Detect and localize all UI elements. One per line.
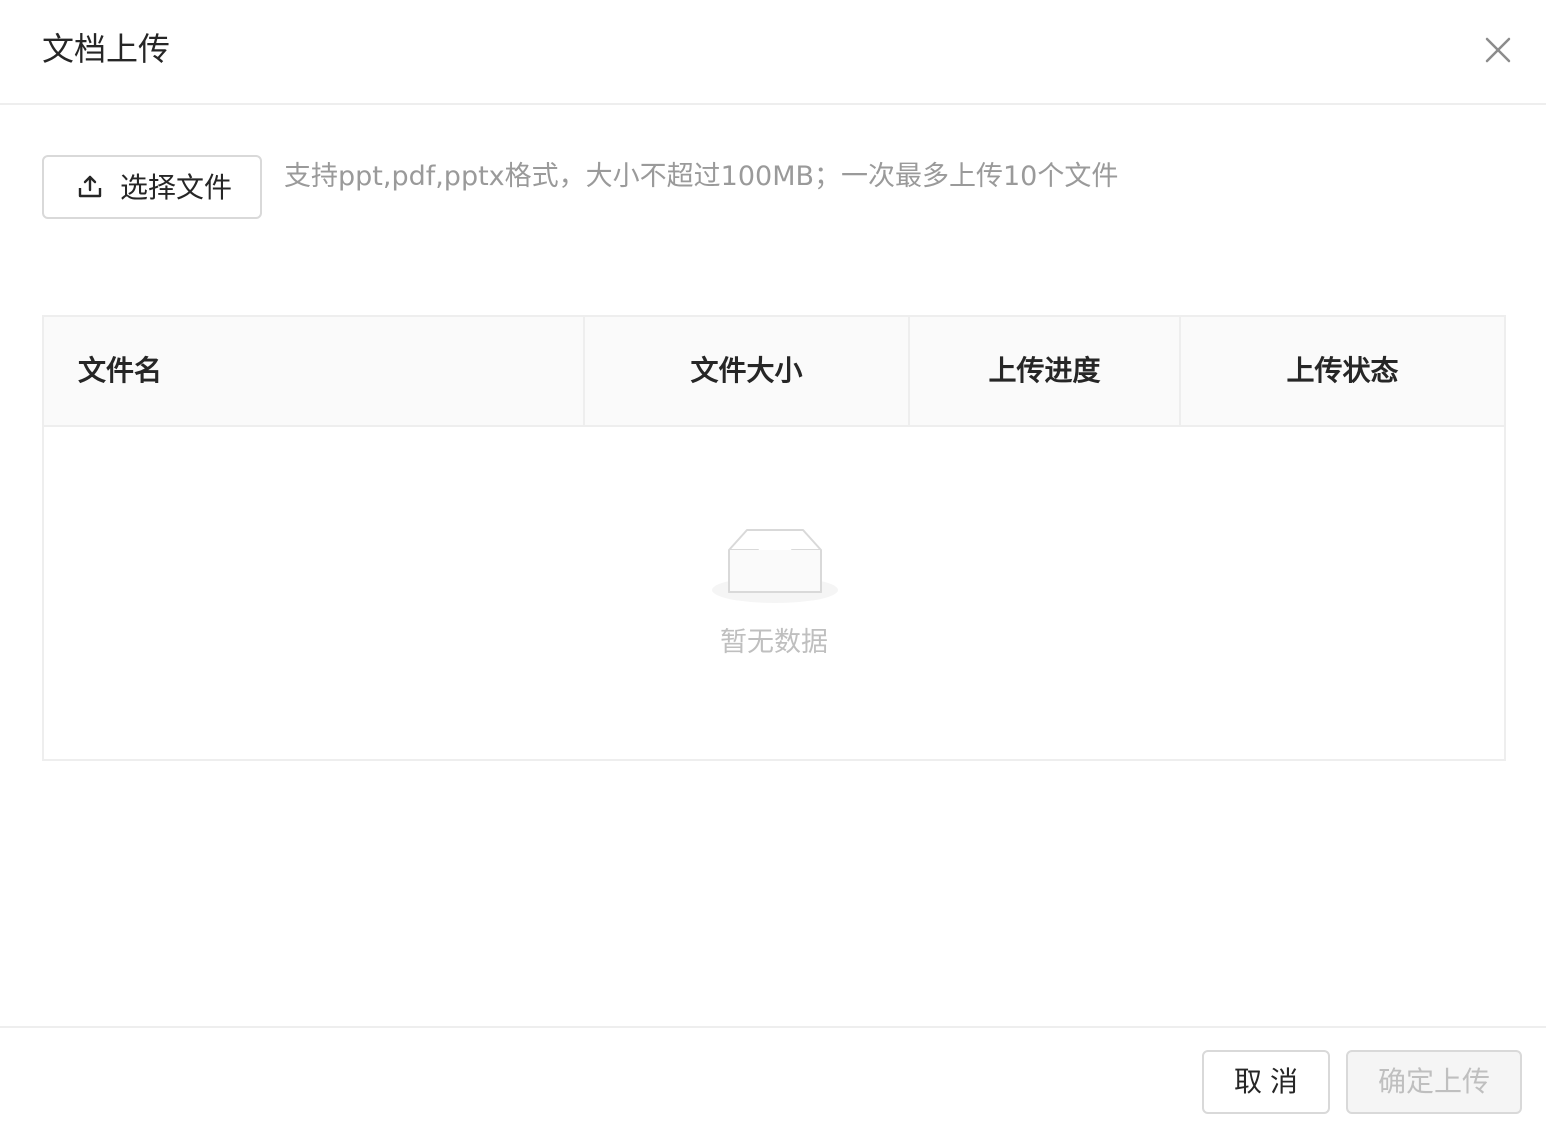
close-icon xyxy=(1485,37,1511,63)
empty-state: 暂无数据 xyxy=(44,427,1504,759)
upload-icon xyxy=(78,175,102,198)
cancel-button[interactable]: 取消 xyxy=(1202,1050,1330,1114)
empty-inbox-icon xyxy=(712,529,838,603)
upload-hint: 支持ppt,pdf,pptx格式，大小不超过100MB；一次最多上传10个文件 xyxy=(284,161,1119,192)
table-header: 文件名 文件大小 上传进度 上传状态 xyxy=(44,317,1504,427)
select-file-label: 选择文件 xyxy=(120,171,233,204)
column-header-progress: 上传进度 xyxy=(910,317,1181,425)
modal-header: 文档上传 xyxy=(0,0,1546,105)
confirm-upload-button[interactable]: 确定上传 xyxy=(1346,1050,1522,1114)
empty-text: 暂无数据 xyxy=(720,627,828,658)
modal-footer: 取消 确定上传 xyxy=(0,1026,1546,1132)
column-header-filename: 文件名 xyxy=(44,317,585,425)
select-file-button[interactable]: 选择文件 xyxy=(42,155,262,219)
close-button[interactable] xyxy=(1476,28,1520,72)
file-table: 文件名 文件大小 上传进度 上传状态 暂无数据 xyxy=(42,315,1506,761)
modal-title: 文档上传 xyxy=(42,30,171,68)
upload-modal: 文档上传 选择文件 支持ppt,pdf,pptx格式，大小不超过100MB；一次… xyxy=(0,0,1546,1132)
column-header-filesize: 文件大小 xyxy=(585,317,910,425)
column-header-status: 上传状态 xyxy=(1286,354,1399,387)
